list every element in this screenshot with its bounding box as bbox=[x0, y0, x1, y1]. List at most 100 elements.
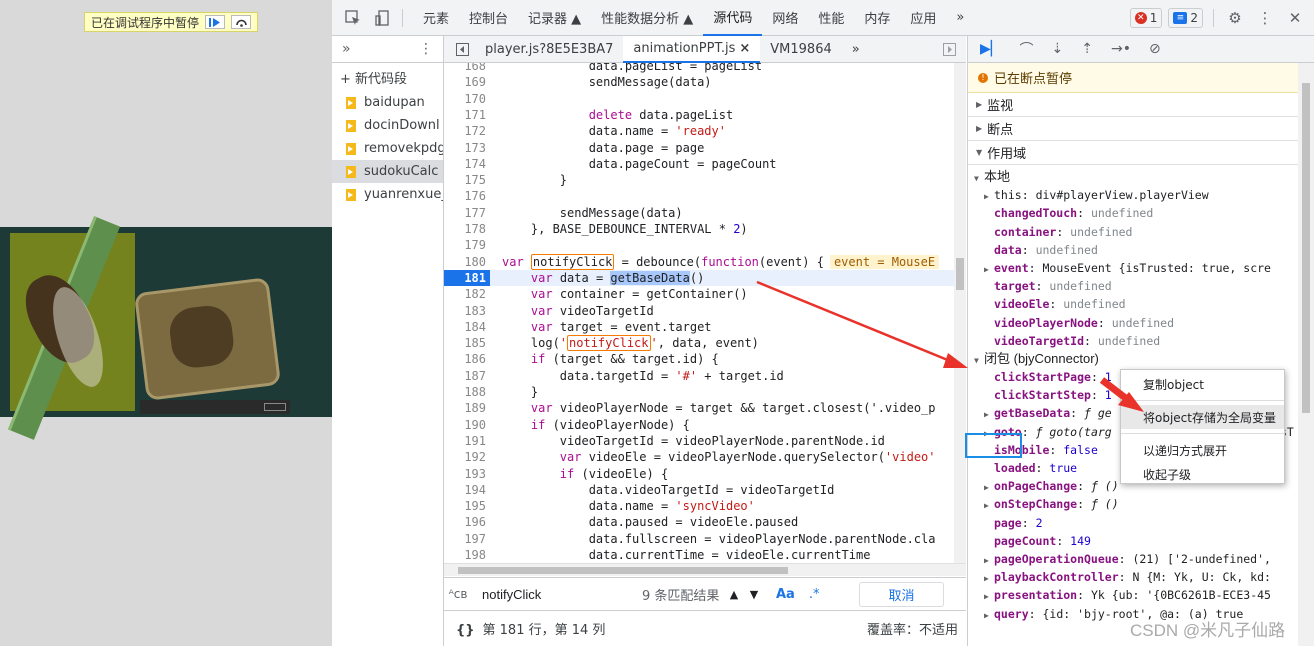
tab-elements[interactable]: 元素 bbox=[413, 0, 459, 36]
menu-item-copy-object[interactable]: 复制object bbox=[1121, 372, 1284, 396]
scope-variable[interactable]: container: undefined bbox=[968, 223, 1314, 241]
tab-performance-insights[interactable]: 性能数据分析 ▲ bbox=[591, 0, 703, 36]
snippet-item[interactable]: yuanrenxue_ bbox=[332, 183, 443, 206]
navigator-menu-icon[interactable]: ⋮ bbox=[419, 41, 433, 57]
scope-variable[interactable]: ▶ pageOperationQueue: (21) ['2-undefined'… bbox=[968, 550, 1314, 568]
line-number[interactable]: 172 bbox=[444, 123, 490, 139]
scope-variable[interactable]: ▶ presentation: Yk {ub: '{0BC6261B-ECE3-4… bbox=[968, 586, 1314, 604]
match-case-button[interactable]: Aa bbox=[776, 587, 795, 602]
line-number[interactable]: 169 bbox=[444, 74, 490, 90]
editor-tab-player[interactable]: player.js?8E5E3BA7 bbox=[475, 36, 623, 63]
scroll-thumb[interactable] bbox=[1302, 83, 1310, 413]
scope-variable[interactable]: target: undefined bbox=[968, 277, 1314, 295]
line-number[interactable]: 181 bbox=[444, 269, 490, 287]
editor-vertical-scrollbar[interactable] bbox=[954, 63, 966, 563]
line-number[interactable]: 192 bbox=[444, 449, 490, 465]
cancel-search-button[interactable]: 取消 bbox=[859, 581, 944, 607]
line-number[interactable]: 179 bbox=[444, 237, 490, 253]
scope-variable[interactable]: page: 2 bbox=[968, 514, 1314, 532]
pretty-print-button[interactable]: {} bbox=[456, 623, 475, 638]
kebab-menu-icon[interactable]: ⋮ bbox=[1256, 9, 1274, 27]
replace-toggle-icon[interactable]: ᴬᴄʙ bbox=[444, 587, 472, 601]
scroll-thumb[interactable] bbox=[956, 258, 964, 290]
line-number[interactable]: 180 bbox=[444, 254, 490, 270]
toggle-navigator-icon[interactable] bbox=[444, 36, 475, 63]
scope-variable[interactable]: ▶ event: MouseEvent {isTrusted: true, scr… bbox=[968, 259, 1314, 277]
resume-icon[interactable]: ▶▏ bbox=[980, 41, 1002, 57]
deactivate-breakpoints-icon[interactable]: ⊘ bbox=[1149, 41, 1161, 57]
tab-memory[interactable]: 内存 bbox=[854, 0, 900, 36]
step-over-icon[interactable]: ⌒ bbox=[1020, 39, 1034, 59]
line-number[interactable]: 175 bbox=[444, 172, 490, 188]
scope-variable[interactable]: changedTouch: undefined bbox=[968, 204, 1314, 222]
device-toolbar-icon[interactable] bbox=[374, 9, 392, 27]
error-badge[interactable]: ✕ 1 bbox=[1129, 7, 1163, 28]
step-into-icon[interactable]: ⇣ bbox=[1052, 41, 1064, 57]
scope-variable[interactable]: videoEle: undefined bbox=[968, 295, 1314, 313]
line-number[interactable]: 174 bbox=[444, 156, 490, 172]
line-number[interactable]: 176 bbox=[444, 188, 490, 204]
line-number[interactable]: 171 bbox=[444, 107, 490, 123]
close-tab-icon[interactable]: × bbox=[739, 41, 750, 56]
previous-match-button[interactable]: ▲ bbox=[724, 588, 744, 601]
editor-tabs-more[interactable]: » bbox=[842, 36, 870, 63]
line-number[interactable]: 187 bbox=[444, 368, 490, 384]
line-number[interactable]: 189 bbox=[444, 400, 490, 416]
tab-sources[interactable]: 源代码 bbox=[703, 0, 763, 36]
inspect-element-icon[interactable] bbox=[344, 9, 362, 27]
snippet-item-selected[interactable]: sudokuCalc bbox=[332, 160, 443, 183]
section-watch[interactable]: ▶ 监视 bbox=[968, 93, 1314, 117]
scope-variable[interactable]: data: undefined bbox=[968, 241, 1314, 259]
line-number[interactable]: 183 bbox=[444, 303, 490, 319]
navigator-more-button[interactable]: » bbox=[342, 41, 351, 57]
section-breakpoints[interactable]: ▶ 断点 bbox=[968, 117, 1314, 141]
scope-variable[interactable]: ▶ this: div#playerView.playerView bbox=[968, 186, 1314, 204]
tab-network[interactable]: 网络 bbox=[762, 0, 808, 36]
line-number[interactable]: 193 bbox=[444, 466, 490, 482]
line-number[interactable]: 188 bbox=[444, 384, 490, 400]
line-number[interactable]: 190 bbox=[444, 417, 490, 433]
tab-recorder[interactable]: 记录器 ▲ bbox=[518, 0, 591, 36]
editor-horizontal-scrollbar[interactable] bbox=[444, 563, 966, 576]
resume-button[interactable] bbox=[205, 15, 226, 29]
editor-tab-vm[interactable]: VM19864 bbox=[760, 36, 841, 63]
new-snippet-button[interactable]: + 新代码段 bbox=[332, 63, 443, 91]
scope-header[interactable]: ▼ 本地 bbox=[968, 168, 1314, 186]
scope-variable[interactable]: videoPlayerNode: undefined bbox=[968, 314, 1314, 332]
line-number[interactable]: 182 bbox=[444, 286, 490, 302]
line-number[interactable]: 197 bbox=[444, 531, 490, 547]
more-tabs-button[interactable]: » bbox=[946, 0, 974, 36]
menu-item-store-as-global[interactable]: 将object存储为全局变量 bbox=[1121, 405, 1284, 429]
line-number[interactable]: 196 bbox=[444, 514, 490, 530]
line-number[interactable]: 168 bbox=[444, 63, 490, 74]
snippet-item[interactable]: removekpdg bbox=[332, 137, 443, 160]
toggle-debugger-icon[interactable] bbox=[933, 36, 966, 63]
line-number[interactable]: 185 bbox=[444, 335, 490, 351]
debugger-vertical-scrollbar[interactable] bbox=[1298, 63, 1314, 646]
tab-console[interactable]: 控制台 bbox=[459, 0, 518, 36]
line-number[interactable]: 173 bbox=[444, 140, 490, 156]
scope-variable[interactable]: ▶ onStepChange: ƒ () bbox=[968, 495, 1314, 513]
player-control-bar[interactable] bbox=[140, 400, 290, 414]
step-over-button[interactable] bbox=[231, 15, 252, 29]
scope-variable[interactable]: videoTargetId: undefined bbox=[968, 332, 1314, 350]
line-number[interactable]: 194 bbox=[444, 482, 490, 498]
code-editor[interactable]: 168 data.pageList = pageList 169 sendMess… bbox=[444, 63, 966, 563]
snippet-item[interactable]: docinDownl bbox=[332, 114, 443, 137]
next-match-button[interactable]: ▼ bbox=[744, 588, 764, 601]
snippet-item[interactable]: baidupan bbox=[332, 91, 443, 114]
line-number[interactable]: 198 bbox=[444, 547, 490, 563]
editor-tab-animationppt[interactable]: animationPPT.js × bbox=[623, 35, 761, 63]
line-number[interactable]: 191 bbox=[444, 433, 490, 449]
line-number[interactable]: 170 bbox=[444, 91, 490, 107]
settings-gear-icon[interactable]: ⚙ bbox=[1226, 9, 1244, 27]
fullscreen-button[interactable] bbox=[264, 403, 286, 411]
tab-application[interactable]: 应用 bbox=[900, 0, 946, 36]
scope-variable[interactable]: ▶ playbackController: N {M: Yk, U: Ck, kd… bbox=[968, 568, 1314, 586]
section-scope[interactable]: ▼ 作用域 bbox=[968, 141, 1314, 165]
menu-item-collapse-children[interactable]: 收起子级 bbox=[1121, 462, 1284, 486]
line-number[interactable]: 184 bbox=[444, 319, 490, 335]
line-number[interactable]: 178 bbox=[444, 221, 490, 237]
line-number[interactable]: 177 bbox=[444, 205, 490, 221]
close-icon[interactable]: ✕ bbox=[1286, 9, 1304, 27]
